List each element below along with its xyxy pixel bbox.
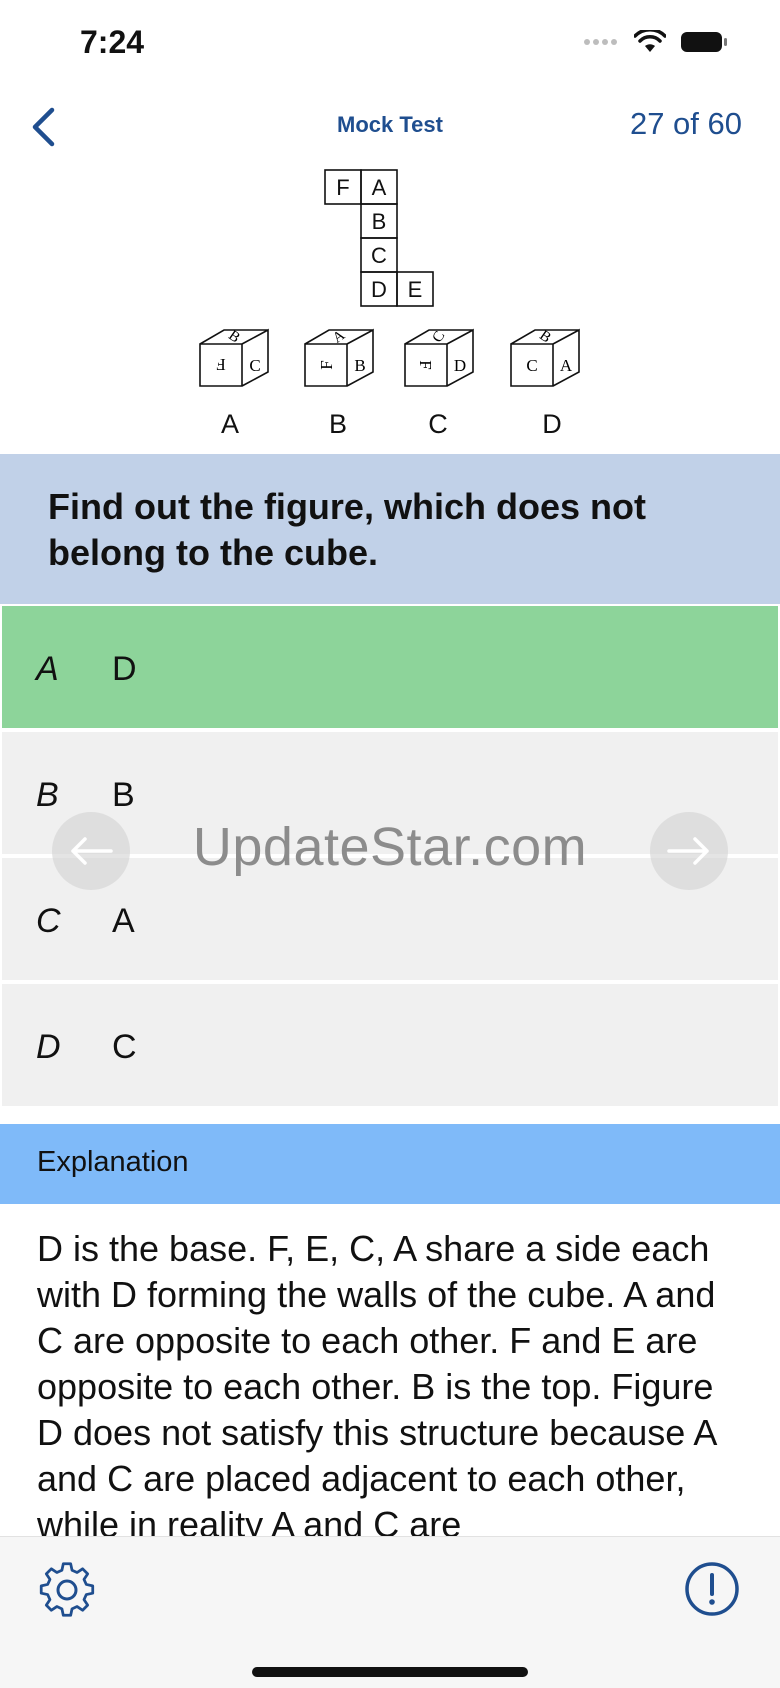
net-face-e: E (408, 277, 423, 302)
option-a[interactable]: A D (2, 606, 778, 732)
explanation-text: D is the base. F, E, C, A share a side e… (37, 1228, 716, 1536)
cube-b-right: B (354, 356, 365, 375)
option-value: A (112, 902, 135, 940)
question-figure: F A B C D E B F C A F B C F D B C A A B … (0, 160, 780, 452)
gear-icon (39, 1562, 95, 1617)
option-value: B (112, 776, 135, 814)
option-letter: C (36, 902, 61, 940)
cube-c-right: D (454, 356, 466, 375)
net-face-a: A (372, 175, 387, 200)
wifi-icon (634, 30, 666, 52)
battery-icon (681, 32, 727, 52)
option-value: C (112, 1028, 137, 1066)
net-face-c: C (371, 243, 387, 268)
cube-label-c: C (428, 409, 448, 439)
home-indicator (252, 1667, 528, 1677)
settings-button[interactable] (38, 1561, 96, 1619)
cube-d: B C A (510, 328, 580, 387)
cube-c-left: F (416, 360, 435, 369)
question-counter: 27 of 60 (629, 106, 742, 141)
cube-label-b: B (329, 409, 347, 439)
status-icons (584, 30, 728, 54)
signal-icon (584, 39, 617, 45)
option-value: D (112, 650, 137, 688)
nav-bar: Mock Test 27 of 60 (0, 92, 780, 162)
net-face-d: D (371, 277, 387, 302)
cube-a-left: F (216, 355, 225, 374)
option-letter: D (36, 1028, 61, 1066)
bottom-toolbar (0, 1536, 780, 1688)
question-text: Find out the figure, which does not belo… (48, 486, 646, 573)
exclamation-circle-icon (685, 1562, 739, 1616)
cube-b: A F B (304, 327, 374, 387)
next-question-button[interactable] (650, 812, 728, 890)
arrow-right-icon (667, 837, 709, 865)
option-letter: A (36, 650, 59, 688)
explanation-header: Explanation (0, 1124, 780, 1204)
cube-d-right: A (560, 356, 573, 375)
status-time: 7:24 (80, 24, 145, 60)
cube-d-left: C (526, 356, 537, 375)
previous-question-button[interactable] (52, 812, 130, 890)
question-panel: Find out the figure, which does not belo… (0, 454, 780, 604)
cube-b-left: F (317, 360, 336, 369)
net-face-f: F (336, 175, 349, 200)
report-button[interactable] (684, 1561, 740, 1617)
cube-c-top: C (430, 329, 449, 346)
cube-label-a: A (221, 409, 239, 439)
option-d[interactable]: D C (2, 984, 778, 1110)
arrow-left-icon (71, 837, 113, 865)
cube-c: C F D (404, 328, 474, 387)
cube-label-d: D (542, 409, 562, 439)
option-letter: B (36, 776, 59, 814)
cube-puzzle-figure: F A B C D E B F C A F B C F D B C A A B … (199, 169, 580, 439)
status-bar: 7:24 (0, 0, 780, 90)
cube-a: B F C (199, 328, 269, 387)
net-face-b: B (372, 209, 387, 234)
cube-a-right: C (249, 356, 260, 375)
